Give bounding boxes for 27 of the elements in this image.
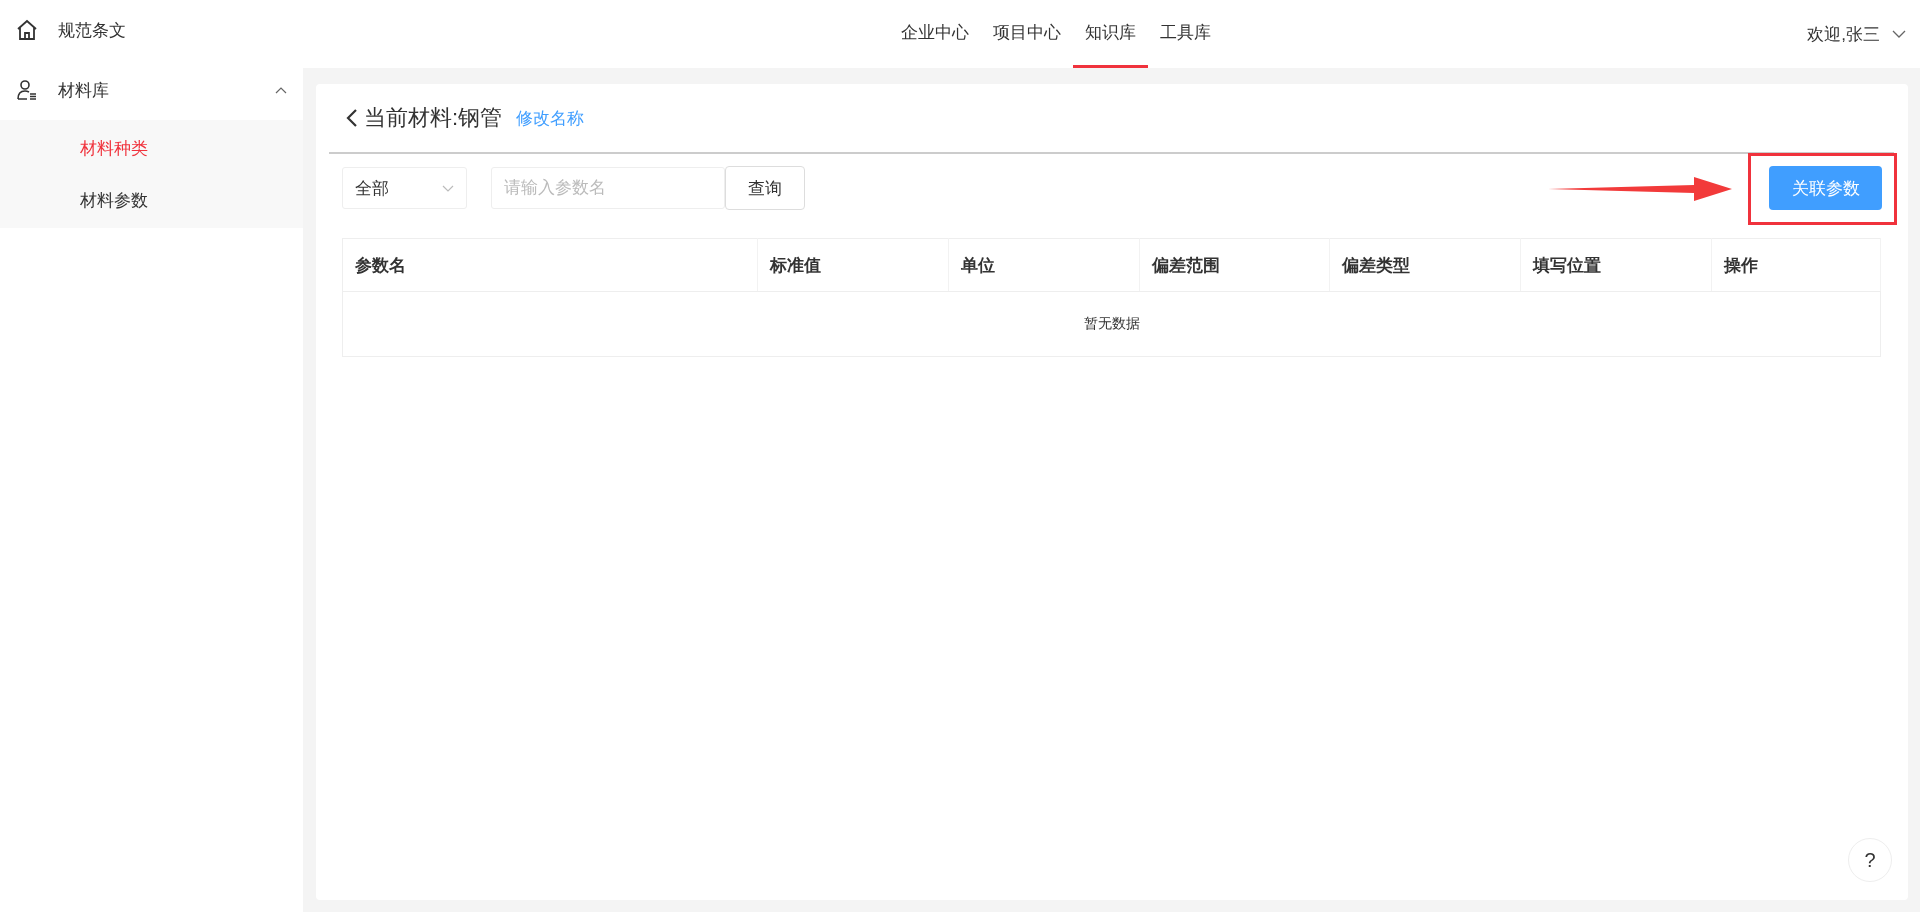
empty-message: 暂无数据	[1083, 315, 1140, 331]
user-greeting[interactable]: 欢迎,张三	[1807, 22, 1880, 46]
nav-tab[interactable]: 工具库	[1148, 0, 1223, 68]
search-field[interactable]: 请输入参数名	[491, 167, 725, 209]
query-button[interactable]: 查询	[725, 166, 805, 210]
nav-tab[interactable]: 知识库	[1073, 0, 1148, 68]
category-select[interactable]: 全部	[342, 167, 467, 209]
user-list-icon	[16, 79, 38, 101]
back-icon[interactable]	[346, 108, 358, 128]
chevron-down-icon	[442, 184, 454, 192]
sidebar-subitem[interactable]: 材料参数	[0, 174, 303, 226]
column-header: 参数名	[342, 238, 758, 292]
column-header: 填写位置	[1520, 238, 1712, 292]
sidebar-subitem[interactable]: 材料种类	[0, 122, 303, 174]
home-icon	[16, 19, 38, 41]
nav-tab[interactable]: 项目中心	[981, 0, 1073, 68]
chevron-down-icon[interactable]	[1892, 30, 1906, 38]
column-header: 标准值	[757, 238, 949, 292]
help-button[interactable]: ?	[1848, 838, 1892, 882]
sidebar-item[interactable]: 材料库	[0, 60, 303, 120]
sidebar-item[interactable]: 规范条文	[0, 0, 303, 60]
column-header: 单位	[948, 238, 1140, 292]
column-header: 偏差类型	[1329, 238, 1521, 292]
column-header: 操作	[1711, 238, 1881, 292]
page-title: 当前材料:钢管	[364, 104, 503, 132]
column-header: 偏差范围	[1139, 238, 1330, 292]
nav-tab[interactable]: 企业中心	[889, 0, 981, 68]
